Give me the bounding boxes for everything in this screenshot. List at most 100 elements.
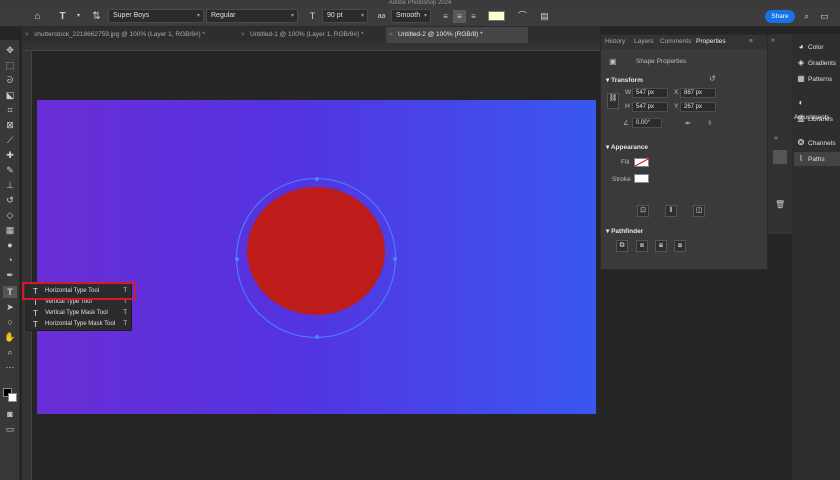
combine-shapes-icon[interactable]: ⧉ — [616, 240, 628, 252]
link-dimensions-icon[interactable]: ⛓ — [607, 93, 619, 109]
tab-history[interactable]: History — [605, 38, 625, 45]
panel-item-paths[interactable]: ⌇ Paths — [794, 152, 840, 166]
subtract-shapes-icon[interactable]: ⧈ — [636, 240, 648, 252]
stroke-swatch[interactable] — [634, 174, 649, 183]
right-dock-panel: ◕ Color ◈ Gradients ▦ Patterns ◐Adjustments… — [792, 34, 840, 480]
arrange-icon[interactable]: ◫ — [693, 205, 705, 217]
eraser-tool-icon[interactable]: ◇ — [3, 209, 17, 221]
color-icon: ◕ — [798, 42, 804, 51]
tab-layers[interactable]: Layers — [634, 38, 654, 45]
flip-vertical-icon[interactable]: ⇳ — [707, 119, 712, 127]
flip-horizontal-icon[interactable]: ⇹ — [685, 119, 690, 127]
quick-mask-icon[interactable]: ◙ — [3, 408, 17, 420]
angle-input[interactable]: 0.00° — [632, 118, 662, 128]
tab-properties[interactable]: Properties — [696, 38, 726, 45]
panel-thumbnail[interactable] — [773, 150, 787, 164]
panel-item-adjustments[interactable]: ◐Adjustments — [794, 96, 840, 121]
character-panel-icon[interactable]: ▤ — [538, 10, 551, 23]
ellipse-tool-icon[interactable]: ○ — [3, 316, 17, 328]
flyout-item-horizontal-type-mask[interactable]: T Horizontal Type Mask Tool T — [27, 319, 131, 330]
blur-tool-icon[interactable]: ● — [3, 239, 17, 251]
healing-brush-tool-icon[interactable]: ✚ — [3, 149, 17, 161]
appearance-section-title[interactable]: ▾ Appearance — [606, 143, 648, 151]
close-icon[interactable]: × — [241, 27, 245, 43]
circle-path-outline[interactable] — [235, 177, 397, 339]
path-anchor[interactable] — [315, 335, 319, 339]
path-anchor[interactable] — [315, 177, 319, 181]
eyedropper-tool-icon[interactable]: ⟋ — [3, 134, 17, 146]
background-color-swatch[interactable] — [8, 393, 17, 402]
type-tool-icon[interactable]: T — [3, 286, 17, 298]
close-icon[interactable]: × — [389, 27, 393, 43]
clone-stamp-tool-icon[interactable]: ⊥ — [3, 179, 17, 191]
crop-tool-icon[interactable]: ⌗ — [3, 104, 17, 116]
screen-mode-icon[interactable]: ▭ — [3, 423, 17, 435]
marquee-tool-icon[interactable]: ⬚ — [3, 59, 17, 71]
width-input[interactable]: 547 px — [632, 88, 668, 98]
font-style-select[interactable]: Regular ▾ — [206, 9, 298, 23]
warp-text-icon[interactable]: ⌒ — [516, 10, 529, 23]
tab-comments[interactable]: Comments — [660, 38, 691, 45]
more-tools-icon[interactable]: ⋯ — [3, 361, 17, 373]
y-input[interactable]: 267 px — [680, 102, 716, 112]
tool-preset-caret-icon[interactable]: ▾ — [72, 10, 85, 23]
pen-tool-icon[interactable]: ✒ — [3, 269, 17, 281]
share-button[interactable]: Share — [765, 10, 795, 23]
text-color-swatch[interactable] — [488, 11, 505, 21]
search-icon[interactable]: ⌕ — [800, 10, 813, 23]
antialias-select[interactable]: Smooth ▾ — [391, 9, 431, 23]
home-icon[interactable]: ⌂ — [31, 10, 44, 23]
height-input[interactable]: 547 px — [632, 102, 668, 112]
close-icon[interactable]: × — [25, 27, 29, 43]
align-left-icon[interactable]: ≡ — [439, 10, 452, 23]
hand-tool-icon[interactable]: ✋ — [3, 331, 17, 343]
panel-item-color[interactable]: ◕ Color — [794, 40, 840, 54]
panel-item-patterns[interactable]: ▦ Patterns — [794, 72, 840, 86]
panel-item-label: Patterns — [808, 76, 833, 83]
dodge-tool-icon[interactable]: ◔ — [3, 254, 17, 266]
path-anchor[interactable] — [393, 257, 397, 261]
flyout-item-vertical-type-mask[interactable]: T Vertical Type Mask Tool T — [27, 308, 131, 319]
chevron-down-icon: ▾ — [423, 13, 427, 19]
intersect-shapes-icon[interactable]: ⧆ — [655, 240, 667, 252]
antialias-icon: aa — [377, 13, 386, 20]
align-center-icon[interactable]: ≡ — [453, 10, 466, 23]
brush-tool-icon[interactable]: ✎ — [3, 164, 17, 176]
x-input[interactable]: 887 px — [680, 88, 716, 98]
panel-item-libraries[interactable]: ▥ Libraries — [794, 112, 840, 126]
reset-icon[interactable]: ↺ — [709, 74, 716, 83]
frame-tool-icon[interactable]: ⊠ — [3, 119, 17, 131]
align-right-icon[interactable]: ≡ — [467, 10, 480, 23]
font-family-select[interactable]: Super Boys ▾ — [108, 9, 204, 23]
workspace-icon[interactable]: ▭ — [818, 10, 831, 23]
gradient-tool-icon[interactable]: ▦ — [3, 224, 17, 236]
panel-item-gradients[interactable]: ◈ Gradients — [794, 56, 840, 70]
exclude-shapes-icon[interactable]: ⧇ — [674, 240, 686, 252]
path-selection-tool-icon[interactable]: ➤ — [3, 301, 17, 313]
lasso-tool-icon[interactable]: ᘐ — [3, 74, 17, 86]
path-anchor[interactable] — [235, 257, 239, 261]
history-brush-tool-icon[interactable]: ↺ — [3, 194, 17, 206]
tab-document-1[interactable]: × shutterstock_2218662759.jpg @ 100% (Lay… — [22, 27, 234, 43]
flyout-item-label: Vertical Type Mask Tool — [45, 310, 108, 316]
fill-swatch[interactable] — [633, 158, 650, 167]
move-tool-icon[interactable]: ✥ — [3, 44, 17, 56]
type-tool-preset-icon[interactable]: T — [56, 10, 69, 23]
collapse-icon[interactable]: » — [771, 37, 775, 44]
expand-icon[interactable]: « — [774, 135, 778, 142]
align-icon[interactable]: ⊡ — [637, 205, 649, 217]
transform-section-title[interactable]: ▾ Transform — [606, 76, 643, 84]
trash-icon[interactable]: 🗑 — [775, 200, 785, 209]
zoom-tool-icon[interactable]: ⌕ — [3, 346, 17, 358]
panel-item-channels[interactable]: ❂ Channels — [794, 136, 840, 150]
panel-item-label: Channels — [808, 140, 836, 147]
object-selection-tool-icon[interactable]: ⬕ — [3, 89, 17, 101]
font-size-select[interactable]: 90 pt ▾ — [322, 9, 368, 23]
toggle-text-orientation-icon[interactable]: ⇅ — [90, 10, 103, 23]
pathfinder-section-title[interactable]: ▾ Pathfinder — [606, 227, 643, 235]
tab-document-3[interactable]: × Untitled-2 @ 100% (RGB/8) * — [386, 27, 528, 43]
distribute-icon[interactable]: ⫴ — [665, 205, 677, 217]
panel-icon-strip: » « 🗑 — [768, 34, 792, 234]
tab-document-2[interactable]: × Untitled-1 @ 100% (Layer 1, RGB/8#) * — [238, 27, 384, 43]
panel-menu-icon[interactable]: ≡ — [749, 38, 753, 45]
